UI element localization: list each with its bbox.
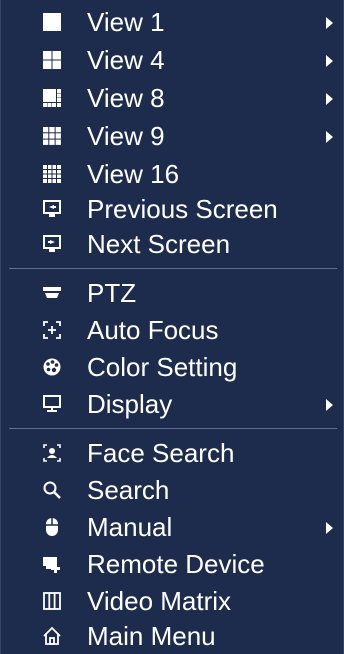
- menu-item-label: Display: [87, 389, 173, 419]
- menu-item-view-8[interactable]: View 8: [1, 80, 344, 116]
- submenu-arrow-icon: [326, 93, 333, 105]
- context-menu: View 1 View 4 View 8 View 9 View 16 Prev…: [0, 0, 344, 654]
- menu-item-label: View 9: [87, 121, 165, 151]
- quad-view-icon: [42, 50, 62, 70]
- menu-item-view-9[interactable]: View 9: [1, 118, 344, 154]
- menu-item-remote-device[interactable]: Remote Device: [1, 546, 344, 582]
- menu-item-view-4[interactable]: View 4: [1, 42, 344, 78]
- menu-item-label: Remote Device: [87, 549, 265, 579]
- search-icon: [42, 480, 62, 500]
- menu-item-ptz[interactable]: PTZ: [1, 275, 344, 311]
- menu-item-view-16[interactable]: View 16: [1, 156, 344, 192]
- video-matrix-icon: [42, 591, 62, 611]
- menu-item-label: Face Search: [87, 438, 235, 468]
- menu-item-label: Manual: [87, 512, 173, 542]
- next-screen-icon: [42, 234, 62, 254]
- sixteen-view-icon: [42, 164, 62, 184]
- monitor-icon: [42, 394, 62, 414]
- menu-item-label: Video Matrix: [87, 586, 232, 616]
- menu-item-video-matrix[interactable]: Video Matrix: [1, 583, 344, 619]
- menu-item-label: Next Screen: [87, 229, 231, 259]
- ptz-camera-icon: [42, 283, 62, 303]
- submenu-arrow-icon: [326, 55, 333, 67]
- mouse-icon: [42, 517, 62, 537]
- menu-item-main-menu[interactable]: Main Menu: [1, 618, 344, 654]
- menu-item-label: View 4: [87, 45, 165, 75]
- nine-view-icon: [42, 126, 62, 146]
- auto-focus-icon: [42, 320, 62, 340]
- menu-item-label: View 1: [87, 7, 165, 37]
- menu-item-next-screen[interactable]: Next Screen: [1, 226, 344, 262]
- menu-item-label: PTZ: [87, 278, 137, 308]
- menu-item-face-search[interactable]: Face Search: [1, 435, 344, 471]
- color-palette-icon: [42, 357, 62, 377]
- menu-item-previous-screen[interactable]: Previous Screen: [1, 191, 344, 227]
- menu-item-label: Auto Focus: [87, 315, 219, 345]
- menu-item-label: Main Menu: [87, 621, 216, 651]
- submenu-arrow-icon: [326, 131, 333, 143]
- menu-divider: [9, 428, 337, 429]
- face-search-icon: [42, 443, 62, 463]
- submenu-arrow-icon: [326, 399, 333, 411]
- submenu-arrow-icon: [326, 522, 333, 534]
- submenu-arrow-icon: [326, 17, 333, 29]
- menu-item-label: Color Setting: [87, 352, 238, 382]
- menu-item-display[interactable]: Display: [1, 386, 344, 422]
- home-icon: [42, 626, 62, 646]
- menu-item-label: View 16: [87, 159, 180, 189]
- menu-item-label: Previous Screen: [87, 194, 278, 224]
- menu-item-manual[interactable]: Manual: [1, 509, 344, 545]
- menu-item-color-setting[interactable]: Color Setting: [1, 349, 344, 385]
- menu-item-view-1[interactable]: View 1: [1, 4, 344, 40]
- menu-item-label: View 8: [87, 83, 165, 113]
- menu-item-search[interactable]: Search: [1, 472, 344, 508]
- previous-screen-icon: [42, 199, 62, 219]
- remote-device-icon: [42, 554, 62, 574]
- single-view-icon: [42, 12, 62, 32]
- menu-item-label: Search: [87, 475, 170, 505]
- menu-item-auto-focus[interactable]: Auto Focus: [1, 312, 344, 348]
- menu-divider: [9, 268, 337, 269]
- eight-view-icon: [42, 88, 62, 108]
